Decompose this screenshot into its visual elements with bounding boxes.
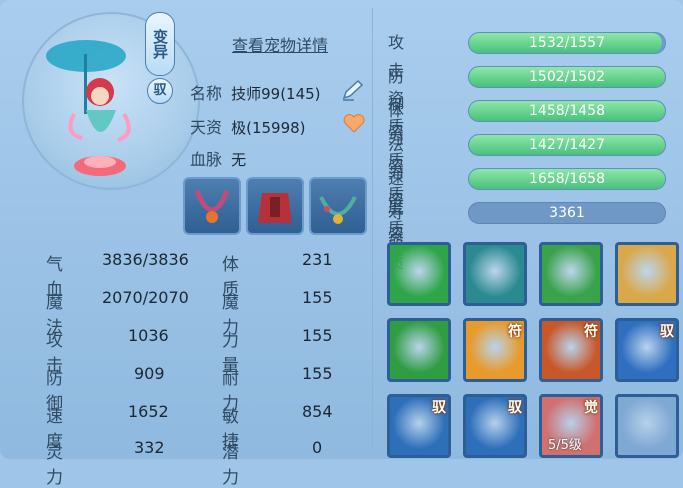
armor-icon [258, 193, 292, 223]
skill-tag: 驭 [660, 324, 674, 340]
skill-slot[interactable] [615, 394, 679, 458]
stat-value: 1036 [128, 326, 169, 345]
aptitude-bar: 1458/1458 [468, 100, 666, 122]
attr-value: 155 [302, 364, 333, 383]
aptitude-bar: 1658/1658 [468, 168, 666, 190]
skill-slot[interactable]: 符 [539, 318, 603, 382]
attr-value: 854 [302, 402, 333, 421]
skill-slot[interactable] [463, 242, 527, 306]
collar-icon [319, 196, 357, 224]
pet-talent-row: 天资 极(15998) [190, 114, 306, 138]
skill-slot[interactable]: 驭 [387, 394, 451, 458]
pet-bloodline-row: 血脉 无 [190, 146, 246, 170]
skill-level: 5/5级 [548, 438, 582, 453]
favorite-heart-icon[interactable] [342, 112, 366, 134]
lifespan-value: 3361 [549, 205, 585, 221]
stat-label: 灵力 [46, 443, 63, 488]
stat-value: 1652 [128, 402, 169, 421]
talent-value: 极(15998) [231, 119, 306, 137]
mutation-badge: 变异 [145, 12, 175, 76]
name-value: 技师99(145) [231, 85, 321, 103]
aptitude-bar: 1427/1427 [468, 134, 666, 156]
stat-value: 2070/2070 [102, 288, 189, 307]
equip-slot-armor[interactable] [246, 177, 304, 235]
panel-divider [372, 8, 373, 448]
necklace-icon [194, 190, 230, 223]
aptitude-value: 1458/1458 [529, 103, 605, 119]
skill-slot[interactable]: 符 [463, 318, 527, 382]
stat-value: 3836/3836 [102, 250, 189, 269]
aptitude-value: 1502/1502 [529, 69, 605, 85]
aptitude-value: 1427/1427 [529, 137, 605, 153]
aptitude-bar: 1502/1502 [468, 66, 666, 88]
skill-slot[interactable] [539, 242, 603, 306]
bloodline-label: 血脉 [190, 150, 223, 169]
skill-slot[interactable] [387, 318, 451, 382]
control-badge: 驭 [147, 78, 173, 104]
attr-label: 潜力 [222, 443, 239, 488]
equip-slot-collar[interactable] [309, 177, 367, 235]
attr-value: 155 [302, 288, 333, 307]
equip-slot-necklace[interactable] [183, 177, 241, 235]
attr-value: 0 [312, 438, 323, 457]
skill-tag: 符 [508, 324, 522, 340]
skill-slot[interactable]: 驭 [463, 394, 527, 458]
skill-slot[interactable]: 驭 [615, 318, 679, 382]
attr-value: 155 [302, 326, 333, 345]
stat-value: 909 [134, 364, 165, 383]
talent-label: 天资 [190, 118, 223, 137]
skill-slot[interactable] [387, 242, 451, 306]
aptitude-value: 1658/1658 [529, 171, 605, 187]
skill-slot[interactable] [615, 242, 679, 306]
view-pet-details-link[interactable]: 查看宠物详情 [232, 32, 328, 56]
skill-tag: 觉 [584, 400, 598, 416]
bloodline-value: 无 [231, 151, 247, 169]
stat-value: 332 [134, 438, 165, 457]
rename-pencil-icon[interactable] [340, 78, 366, 102]
aptitude-bar: 1532/1557 [468, 32, 666, 54]
skill-slot[interactable]: 觉 5/5级 [539, 394, 603, 458]
skill-tag: 驭 [432, 400, 446, 416]
lifespan-bar: 3361 [468, 202, 666, 224]
name-label: 名称 [190, 84, 223, 103]
skill-tag: 驭 [508, 400, 522, 416]
attr-value: 231 [302, 250, 333, 269]
aptitude-value: 1532/1557 [529, 35, 605, 51]
pet-name-row: 名称 技师99(145) [190, 80, 321, 104]
skill-tag: 符 [584, 324, 598, 340]
